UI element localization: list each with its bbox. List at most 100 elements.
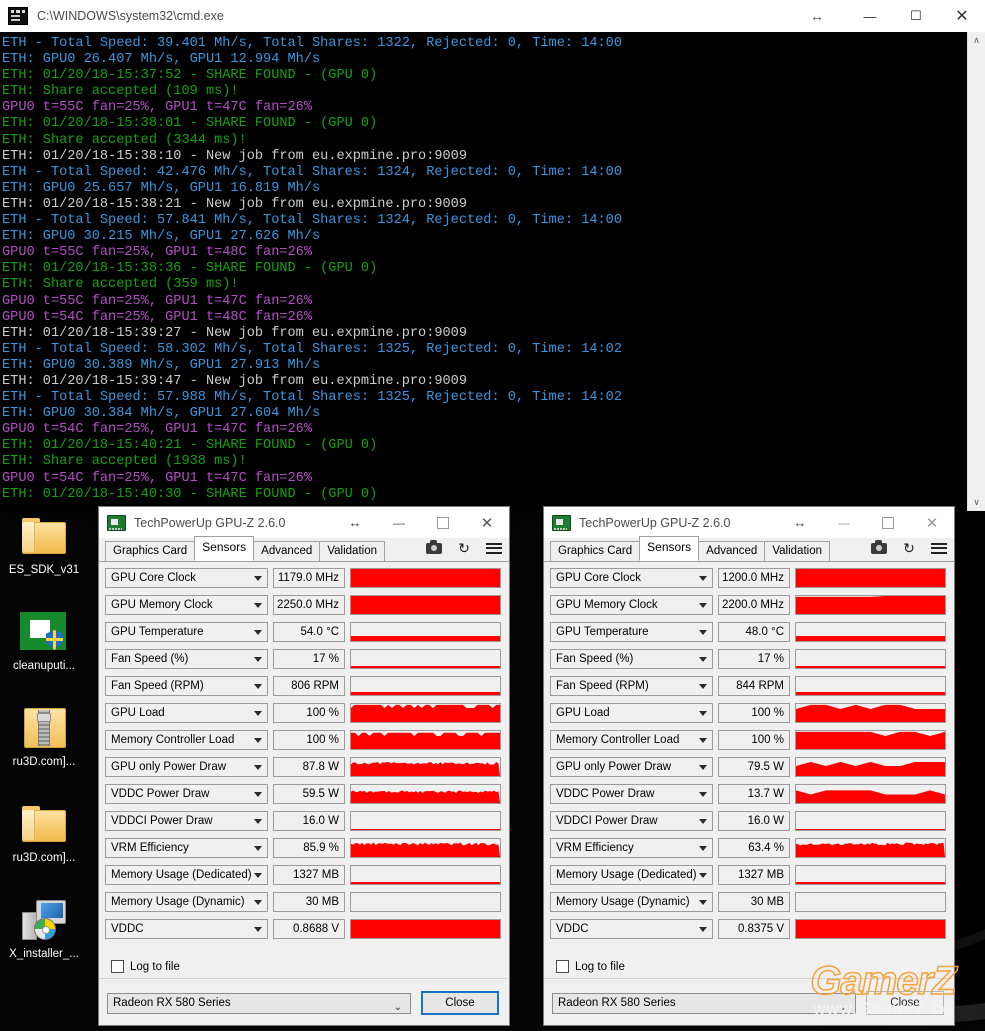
- sensor-name-dropdown[interactable]: VRM Efficiency: [550, 838, 713, 859]
- camera-icon[interactable]: [870, 539, 888, 557]
- sensor-name-dropdown[interactable]: GPU Core Clock: [105, 568, 268, 589]
- chevron-down-icon: [699, 819, 707, 825]
- sensor-value: 63.4 %: [718, 838, 790, 859]
- sensor-name-dropdown[interactable]: VDDCI Power Draw: [105, 811, 268, 832]
- menu-icon[interactable]: [930, 539, 948, 557]
- menu-icon[interactable]: [485, 539, 503, 557]
- cmd-line: ETH: 01/20/18-15:38:01 - SHARE FOUND - (…: [2, 116, 378, 132]
- gpu-select-dropdown[interactable]: Radeon RX 580 Series ⌄: [552, 992, 856, 1014]
- sensor-name-dropdown[interactable]: VDDC Power Draw: [550, 784, 713, 805]
- tab-sensors[interactable]: Sensors: [194, 536, 255, 561]
- sensor-name-dropdown[interactable]: GPU Load: [105, 703, 268, 724]
- gpu-select-dropdown[interactable]: Radeon RX 580 Series ⌄: [107, 992, 411, 1014]
- sensor-name-dropdown[interactable]: GPU Temperature: [550, 622, 713, 643]
- sensor-graph-fill: [796, 636, 945, 642]
- sensor-name-dropdown[interactable]: Fan Speed (RPM): [105, 676, 268, 697]
- sensor-graph-fill: [796, 920, 945, 939]
- sensor-name-dropdown[interactable]: Memory Usage (Dynamic): [105, 892, 268, 913]
- sensor-row: GPU Load 100 %: [105, 702, 501, 725]
- sensor-name-dropdown[interactable]: VDDC: [550, 919, 713, 940]
- cmd-close-button[interactable]: ✕: [939, 0, 985, 32]
- sensor-name-dropdown[interactable]: VDDCI Power Draw: [550, 811, 713, 832]
- desktop-icon-installer[interactable]: X_installer_...: [0, 896, 88, 961]
- sensor-name-dropdown[interactable]: GPU Load: [550, 703, 713, 724]
- sensor-name-dropdown[interactable]: GPU only Power Draw: [105, 757, 268, 778]
- cmd-line: GPU0 t=55C fan=25%, GPU1 t=47C fan=26%: [2, 293, 312, 309]
- sensor-name-dropdown[interactable]: GPU Memory Clock: [550, 595, 713, 616]
- desktop-icon-zip-archive[interactable]: ru3D.com]...: [0, 704, 88, 769]
- gpuz-left-close-button[interactable]: ✕: [465, 507, 509, 538]
- sensor-name-dropdown[interactable]: Memory Usage (Dynamic): [550, 892, 713, 913]
- sensor-name-dropdown[interactable]: VDDC Power Draw: [105, 784, 268, 805]
- refresh-icon[interactable]: ↻: [455, 539, 473, 557]
- gpuz-right-titlebar[interactable]: TechPowerUp GPU-Z 2.6.0 ↔ — ✕: [544, 507, 954, 538]
- sensor-value: 59.5 W: [273, 784, 345, 805]
- scroll-down-icon[interactable]: ∨: [968, 494, 985, 511]
- cmd-line: ETH: GPU0 30.389 Mh/s, GPU1 27.913 Mh/s: [2, 357, 321, 373]
- scroll-up-icon[interactable]: ∧: [968, 32, 985, 49]
- desktop-icon-guru3d-folder[interactable]: ru3D.com]...: [0, 800, 88, 865]
- refresh-icon[interactable]: ↻: [900, 539, 918, 557]
- camera-icon[interactable]: [425, 539, 443, 557]
- sensor-name-label: Fan Speed (%): [111, 653, 189, 666]
- sensor-row: GPU Core Clock 1200.0 MHz: [550, 567, 946, 590]
- tab-advanced[interactable]: Advanced: [698, 541, 766, 561]
- chevron-down-icon: [254, 684, 262, 690]
- sensor-name-dropdown[interactable]: GPU Memory Clock: [105, 595, 268, 616]
- sensor-name-dropdown[interactable]: Memory Controller Load: [105, 730, 268, 751]
- gpuz-right-close-action-button[interactable]: Close: [866, 991, 944, 1015]
- gpuz-left-log-to-file-row[interactable]: Log to file: [99, 955, 507, 979]
- gpuz-left-minimize-button[interactable]: —: [377, 507, 421, 538]
- chevron-down-icon: ⌄: [838, 1001, 847, 1013]
- desktop-icon-label: ru3D.com]...: [12, 852, 76, 864]
- gpuz-right-minimize-button[interactable]: —: [822, 507, 866, 538]
- sensor-name-dropdown[interactable]: Fan Speed (RPM): [550, 676, 713, 697]
- tab-advanced[interactable]: Advanced: [253, 541, 321, 561]
- sensor-name-dropdown[interactable]: Memory Controller Load: [550, 730, 713, 751]
- resize-handle-icon[interactable]: ↔: [778, 515, 822, 530]
- resize-handle-icon[interactable]: ↔: [787, 8, 847, 24]
- cmd-titlebar[interactable]: C:\WINDOWS\system32\cmd.exe ↔ — ☐ ✕: [0, 0, 985, 33]
- gpuz-left-titlebar[interactable]: TechPowerUp GPU-Z 2.6.0 ↔ — ✕: [99, 507, 509, 538]
- resize-handle-icon[interactable]: ↔: [333, 515, 377, 530]
- chevron-down-icon: [699, 711, 707, 717]
- gpuz-right-sensors-pane: GPU Core Clock 1200.0 MHz GPU Memory Clock…: [544, 562, 952, 1025]
- cmd-scrollbar[interactable]: ∧ ∨: [967, 32, 985, 511]
- tab-sensors[interactable]: Sensors: [639, 536, 700, 561]
- log-to-file-checkbox[interactable]: [111, 960, 124, 973]
- sensor-value: 1200.0 MHz: [718, 568, 790, 589]
- cmd-minimize-button[interactable]: —: [847, 0, 893, 32]
- sensor-name-dropdown[interactable]: VDDC: [105, 919, 268, 940]
- sensor-row: GPU only Power Draw 79.5 W: [550, 756, 946, 779]
- gpuz-left-maximize-button[interactable]: [421, 507, 465, 538]
- tab-validation[interactable]: Validation: [764, 541, 830, 561]
- sensor-name-dropdown[interactable]: GPU Temperature: [105, 622, 268, 643]
- desktop-icon-cleanup-utility[interactable]: cleanuputi...: [0, 608, 88, 673]
- gpuz-right-close-button[interactable]: ✕: [910, 507, 954, 538]
- sensor-name-dropdown[interactable]: GPU Core Clock: [550, 568, 713, 589]
- gpuz-right-log-to-file-row[interactable]: Log to file: [544, 955, 952, 979]
- sensor-name-dropdown[interactable]: GPU only Power Draw: [550, 757, 713, 778]
- tab-graphics-card[interactable]: Graphics Card: [105, 541, 196, 561]
- sensor-graph: [795, 919, 946, 940]
- cmd-maximize-button[interactable]: ☐: [893, 0, 939, 32]
- sensor-name-dropdown[interactable]: Memory Usage (Dedicated): [550, 865, 713, 886]
- gpuz-right-maximize-button[interactable]: [866, 507, 910, 538]
- cmd-console-output[interactable]: ETH - Total Speed: 39.401 Mh/s, Total Sh…: [0, 32, 985, 511]
- gpuz-left-close-action-button[interactable]: Close: [421, 991, 499, 1015]
- sensor-value: 17 %: [273, 649, 345, 670]
- sensor-name-dropdown[interactable]: Fan Speed (%): [550, 649, 713, 670]
- sensor-name-dropdown[interactable]: Memory Usage (Dedicated): [105, 865, 268, 886]
- sensor-name-dropdown[interactable]: VRM Efficiency: [105, 838, 268, 859]
- sensor-graph: [795, 649, 946, 670]
- sensor-row-list: GPU Core Clock 1200.0 MHz GPU Memory Clock…: [544, 562, 952, 940]
- log-to-file-checkbox[interactable]: [556, 960, 569, 973]
- desktop-icon-es-sdk[interactable]: ES_SDK_v31: [0, 512, 88, 577]
- sensor-name-dropdown[interactable]: Fan Speed (%): [105, 649, 268, 670]
- tab-validation[interactable]: Validation: [319, 541, 385, 561]
- chevron-down-icon: [254, 738, 262, 744]
- sensor-graph: [350, 838, 501, 859]
- tab-graphics-card[interactable]: Graphics Card: [550, 541, 641, 561]
- sensor-name-label: GPU Load: [111, 707, 165, 720]
- sensor-graph: [350, 919, 501, 940]
